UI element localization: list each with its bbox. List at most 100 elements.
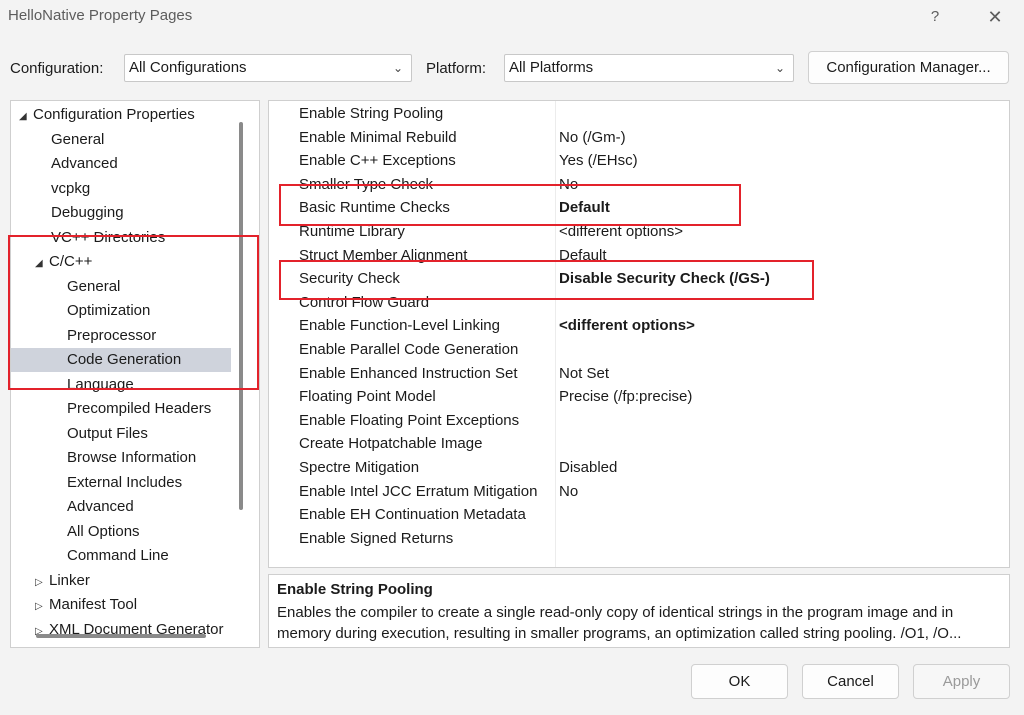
property-row[interactable]: Enable Function-Level Linking <different … (269, 314, 1009, 338)
property-row[interactable]: Runtime Library <different options> (269, 220, 1009, 244)
property-name: Security Check (299, 270, 400, 288)
tree-item-label: C/C++ (49, 253, 93, 270)
ok-button[interactable]: OK (691, 664, 788, 699)
tree-item[interactable]: General (51, 128, 104, 152)
tree-item[interactable]: Code Generation (11, 348, 231, 372)
property-row[interactable]: Enable String Pooling (269, 102, 1009, 126)
apply-button[interactable]: Apply (913, 664, 1010, 699)
property-name: Enable Parallel Code Generation (299, 341, 519, 358)
chevron-down-icon: ⌄ (392, 61, 403, 75)
tree-item[interactable]: General (67, 275, 120, 299)
platform-dropdown[interactable]: All Platforms ⌄ (504, 54, 794, 82)
property-name: Floating Point Model (299, 388, 436, 406)
tree-item-label: Browse Information (67, 449, 197, 466)
cancel-button[interactable]: Cancel (802, 664, 899, 699)
tree-item[interactable]: Precompiled Headers (67, 397, 211, 421)
tree-item[interactable]: Debugging (51, 201, 124, 225)
property-row[interactable]: Enable Intel JCC Erratum Mitigation No (269, 480, 1009, 504)
tree-item-label: Optimization (67, 302, 151, 319)
property-row[interactable]: Enable Parallel Code Generation (269, 338, 1009, 362)
property-grid: Enable String Pooling Enable Minimal Rebu… (268, 100, 1010, 568)
property-value[interactable]: No (/Gm-) (559, 126, 626, 150)
help-button[interactable]: ? (922, 5, 948, 29)
tree-item[interactable]: Output Files (67, 422, 148, 446)
property-row[interactable]: Enable Signed Returns (269, 527, 1009, 551)
property-name: Enable Floating Point Exceptions (299, 411, 520, 429)
tree-item-label: Advanced (51, 155, 118, 172)
property-row[interactable]: Floating Point Model Precise (/fp:precise… (269, 385, 1009, 409)
property-row[interactable]: Enable EH Continuation Metadata (269, 503, 1009, 527)
property-row[interactable]: Struct Member Alignment Default (269, 244, 1009, 268)
property-value[interactable]: Yes (/EHsc) (559, 149, 638, 173)
tree-item-label: Manifest Tool (49, 596, 138, 613)
property-value[interactable]: Disable Security Check (/GS-) (559, 267, 770, 291)
tree-item[interactable]: VC++ Directories (51, 226, 165, 250)
property-name: Spectre Mitigation (299, 459, 420, 476)
property-name: Control Flow Guard (299, 293, 430, 311)
tree-item-label: Language (67, 375, 134, 393)
property-row[interactable]: Enable Minimal Rebuild No (/Gm-) (269, 126, 1009, 150)
tree-item[interactable]: Optimization (67, 299, 150, 323)
property-row[interactable]: Security Check Disable Security Check (/G… (269, 267, 1009, 291)
tree-item-label: Code Generation (67, 351, 182, 368)
tree-item-label: Command Line (67, 547, 169, 564)
tree-item[interactable]: External Includes (67, 471, 182, 495)
tree-item[interactable]: Browse Information (67, 446, 196, 470)
tree-item[interactable]: ◢ Configuration Properties (19, 103, 195, 127)
property-row[interactable]: Smaller Type Check No (269, 173, 1009, 197)
tree-item-label: Precompiled Headers (67, 400, 212, 417)
property-value[interactable]: Not Set (559, 362, 609, 386)
tree-horizontal-scrollbar[interactable] (36, 634, 206, 638)
tree-item[interactable]: All Options (67, 520, 140, 544)
configuration-dropdown[interactable]: All Configurations ⌄ (124, 54, 412, 82)
tree-item-label: Linker (49, 571, 90, 589)
property-value[interactable]: Default (559, 244, 607, 268)
tree-item-label: Advanced (67, 498, 134, 515)
property-row[interactable]: Control Flow Guard (269, 291, 1009, 315)
property-name: Enable Signed Returns (299, 529, 454, 547)
property-value[interactable]: No (559, 173, 578, 197)
collapsed-arrow-icon[interactable]: ▷ (35, 595, 49, 619)
tree-item[interactable]: vcpkg (51, 177, 90, 201)
tree-vertical-scrollbar[interactable] (239, 122, 243, 510)
description-line-1: Enables the compiler to create a single … (277, 604, 954, 621)
expanded-arrow-icon[interactable]: ◢ (19, 105, 33, 129)
property-value[interactable]: <different options> (559, 220, 683, 244)
configuration-value: All Configurations (129, 59, 247, 76)
window-title: HelloNative Property Pages (8, 7, 193, 24)
property-value[interactable]: <different options> (559, 314, 695, 338)
property-row[interactable]: Spectre Mitigation Disabled (269, 456, 1009, 480)
expanded-arrow-icon[interactable]: ◢ (35, 252, 49, 276)
property-row[interactable]: Create Hotpatchable Image (269, 432, 1009, 456)
tree-item[interactable]: ▷ Linker (35, 569, 90, 593)
tree-item-label: Debugging (51, 204, 124, 221)
tree-item-label: vcpkg (51, 179, 91, 197)
property-row[interactable]: Enable C++ Exceptions Yes (/EHsc) (269, 149, 1009, 173)
property-row[interactable]: Enable Enhanced Instruction Set Not Set (269, 362, 1009, 386)
collapsed-arrow-icon[interactable]: ▷ (35, 620, 49, 644)
tree-item[interactable]: Advanced (67, 495, 134, 519)
close-button[interactable]: ✕ (980, 3, 1010, 31)
property-row[interactable]: Basic Runtime Checks Default (269, 196, 1009, 220)
collapsed-arrow-icon[interactable]: ▷ (35, 571, 49, 595)
tree-item[interactable]: Advanced (51, 152, 118, 176)
tree-item[interactable]: Preprocessor (67, 324, 156, 348)
tree-item-label: Preprocessor (67, 326, 157, 344)
tree-item[interactable]: Language (67, 373, 134, 397)
property-value[interactable]: No (559, 480, 578, 504)
configuration-manager-button[interactable]: Configuration Manager... (808, 51, 1009, 84)
category-tree: ◢ Configuration Properties General Advanced… (10, 100, 260, 648)
tree-item-label: All Options (67, 522, 140, 540)
property-name: Enable Enhanced Instruction Set (299, 364, 518, 382)
tree-item-label: General (51, 130, 105, 148)
property-row[interactable]: Enable Floating Point Exceptions (269, 409, 1009, 433)
property-value[interactable]: Default (559, 196, 610, 220)
property-value[interactable]: Precise (/fp:precise) (559, 385, 692, 409)
tree-item[interactable]: Command Line (67, 544, 169, 568)
property-name: Struct Member Alignment (299, 246, 468, 264)
property-value[interactable]: Disabled (559, 456, 617, 480)
tree-item[interactable]: ◢ C/C++ (35, 250, 92, 274)
tree-item[interactable]: ▷ Manifest Tool (35, 593, 137, 617)
property-name: Enable Minimal Rebuild (299, 128, 457, 146)
description-panel: Enable String Pooling Enables the compil… (268, 574, 1010, 648)
